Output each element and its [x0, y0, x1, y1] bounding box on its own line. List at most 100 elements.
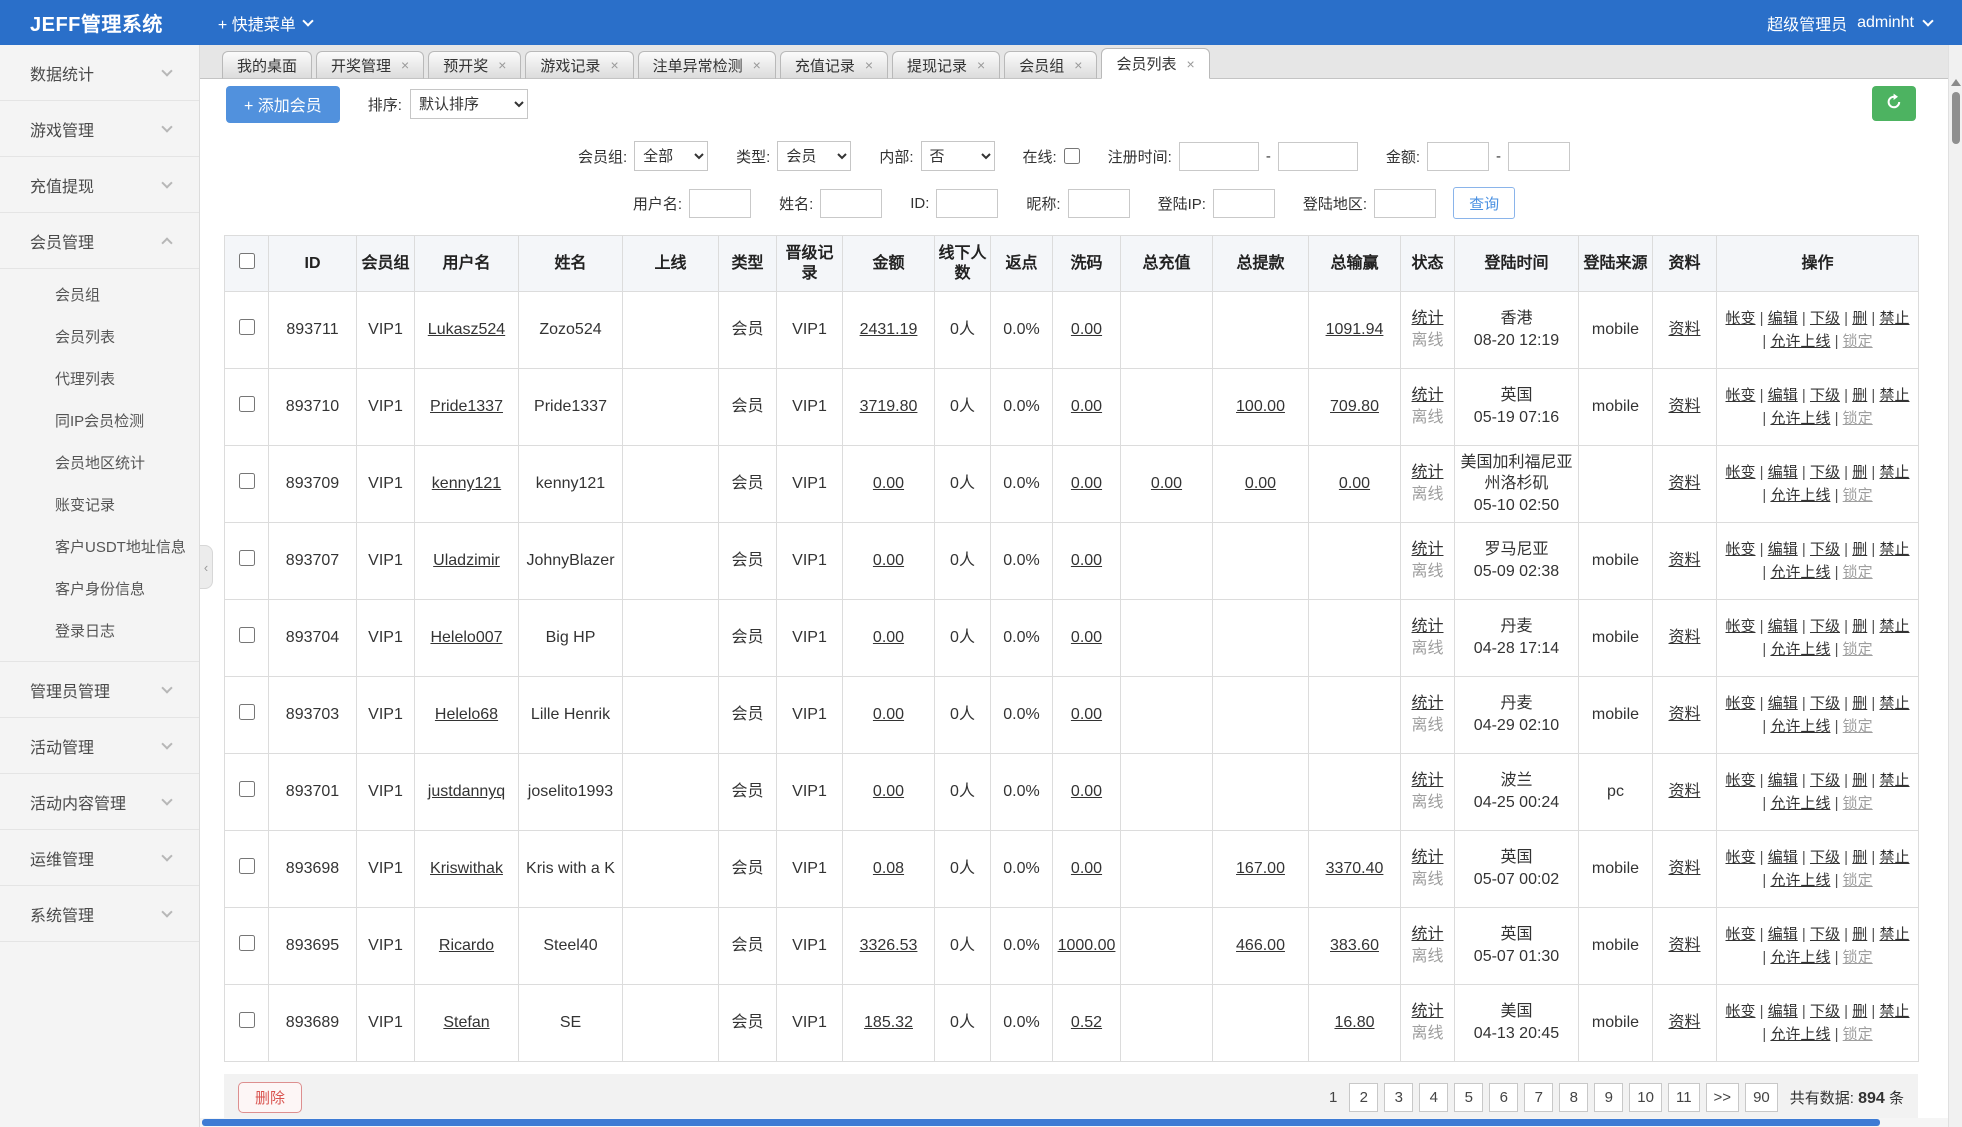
search-button[interactable]: 查询 [1453, 187, 1515, 219]
op-allow-online[interactable]: 允许上线 [1770, 795, 1830, 812]
op-edit[interactable]: 编辑 [1768, 541, 1798, 558]
horizontal-scrollbar-thumb[interactable] [202, 1119, 1880, 1126]
row-checkbox[interactable] [239, 396, 255, 412]
wash-link[interactable]: 0.00 [1071, 706, 1102, 723]
op-edit[interactable]: 编辑 [1768, 618, 1798, 635]
op-delete[interactable]: 删 [1852, 772, 1867, 789]
profile-link[interactable]: 资料 [1668, 860, 1700, 877]
row-checkbox[interactable] [239, 1012, 255, 1028]
op-delete[interactable]: 删 [1852, 926, 1867, 943]
last-page-button[interactable]: 90 [1745, 1083, 1778, 1112]
wash-link[interactable]: 0.00 [1071, 552, 1102, 569]
op-ban[interactable]: 禁止 [1879, 541, 1909, 558]
stats-link[interactable]: 统计 [1404, 308, 1451, 330]
profile-link[interactable]: 资料 [1668, 475, 1700, 492]
op-subordinates[interactable]: 下级 [1810, 695, 1840, 712]
tab-close-icon[interactable]: × [977, 58, 985, 72]
op-lock[interactable]: 锁定 [1843, 641, 1873, 658]
tab-close-icon[interactable]: × [1074, 58, 1082, 72]
stats-link[interactable]: 统计 [1404, 847, 1451, 869]
stats-link[interactable]: 统计 [1404, 1001, 1451, 1023]
add-member-button[interactable]: + 添加会员 [226, 86, 340, 123]
page-button[interactable]: 8 [1559, 1083, 1588, 1112]
op-edit[interactable]: 编辑 [1768, 1003, 1798, 1020]
amount-link[interactable]: 0.00 [873, 706, 904, 723]
profile-link[interactable]: 资料 [1668, 552, 1700, 569]
row-checkbox[interactable] [239, 550, 255, 566]
sidebar-group[interactable]: 运维管理 [0, 830, 199, 886]
sidebar-item[interactable]: 同IP会员检测 [0, 399, 199, 441]
page-button[interactable]: 10 [1629, 1083, 1662, 1112]
op-edit[interactable]: 编辑 [1768, 387, 1798, 404]
op-edit[interactable]: 编辑 [1768, 310, 1798, 327]
tab-close-icon[interactable]: × [865, 58, 873, 72]
member-username-link[interactable]: Uladzimir [433, 552, 500, 569]
op-account-change[interactable]: 帐变 [1725, 310, 1755, 327]
amount-link[interactable]: 185.32 [864, 1014, 913, 1031]
sidebar-collapse-handle[interactable]: ‹ [200, 545, 213, 589]
op-delete[interactable]: 删 [1852, 695, 1867, 712]
total-winloss-link[interactable]: 3370.40 [1326, 860, 1384, 877]
op-account-change[interactable]: 帐变 [1725, 926, 1755, 943]
sidebar-group[interactable]: 活动管理 [0, 718, 199, 774]
login-area-input[interactable] [1374, 189, 1436, 218]
op-edit[interactable]: 编辑 [1768, 772, 1798, 789]
op-allow-online[interactable]: 允许上线 [1770, 718, 1830, 735]
stats-link[interactable]: 统计 [1404, 770, 1451, 792]
sidebar-group[interactable]: 数据统计 [0, 45, 199, 101]
op-account-change[interactable]: 帐变 [1725, 618, 1755, 635]
page-button[interactable]: 11 [1668, 1083, 1700, 1112]
amount-link[interactable]: 0.08 [873, 860, 904, 877]
op-allow-online[interactable]: 允许上线 [1770, 872, 1830, 889]
op-lock[interactable]: 锁定 [1843, 333, 1873, 350]
op-allow-online[interactable]: 允许上线 [1770, 564, 1830, 581]
op-lock[interactable]: 锁定 [1843, 872, 1873, 889]
sidebar-group[interactable]: 游戏管理 [0, 101, 199, 157]
op-lock[interactable]: 锁定 [1843, 718, 1873, 735]
amount-link[interactable]: 0.00 [873, 475, 904, 492]
op-edit[interactable]: 编辑 [1768, 695, 1798, 712]
op-subordinates[interactable]: 下级 [1810, 772, 1840, 789]
op-subordinates[interactable]: 下级 [1810, 310, 1840, 327]
sidebar-item[interactable]: 会员列表 [0, 315, 199, 357]
op-account-change[interactable]: 帐变 [1725, 772, 1755, 789]
amount-to-input[interactable] [1508, 142, 1570, 171]
row-checkbox[interactable] [239, 858, 255, 874]
name-input[interactable] [820, 189, 882, 218]
page-button[interactable]: 3 [1384, 1083, 1413, 1112]
sidebar-group[interactable]: 系统管理 [0, 886, 199, 942]
wash-link[interactable]: 0.52 [1071, 1014, 1102, 1031]
total-winloss-link[interactable]: 16.80 [1334, 1014, 1374, 1031]
member-group-select[interactable]: 全部 [634, 141, 708, 171]
member-username-link[interactable]: Lukasz524 [428, 321, 505, 338]
vertical-scrollbar-thumb[interactable] [1952, 92, 1960, 144]
op-subordinates[interactable]: 下级 [1810, 849, 1840, 866]
next-pages-button[interactable]: >> [1706, 1083, 1740, 1112]
row-checkbox[interactable] [239, 473, 255, 489]
sidebar-item[interactable]: 账变记录 [0, 483, 199, 525]
profile-link[interactable]: 资料 [1668, 1014, 1700, 1031]
op-delete[interactable]: 删 [1852, 464, 1867, 481]
login-ip-input[interactable] [1213, 189, 1275, 218]
op-allow-online[interactable]: 允许上线 [1770, 410, 1830, 427]
sidebar-item[interactable]: 会员地区统计 [0, 441, 199, 483]
page-button[interactable]: 9 [1594, 1083, 1623, 1112]
sidebar-item[interactable]: 客户USDT地址信息 [0, 525, 199, 567]
wash-link[interactable]: 0.00 [1071, 321, 1102, 338]
op-subordinates[interactable]: 下级 [1810, 541, 1840, 558]
sidebar-group[interactable]: 会员管理 [0, 213, 199, 269]
row-checkbox[interactable] [239, 935, 255, 951]
op-ban[interactable]: 禁止 [1879, 772, 1909, 789]
op-subordinates[interactable]: 下级 [1810, 926, 1840, 943]
total-winloss-link[interactable]: 709.80 [1330, 398, 1379, 415]
op-allow-online[interactable]: 允许上线 [1770, 641, 1830, 658]
op-allow-online[interactable]: 允许上线 [1770, 333, 1830, 350]
op-allow-online[interactable]: 允许上线 [1770, 1026, 1830, 1043]
total-winloss-link[interactable]: 1091.94 [1326, 321, 1384, 338]
op-lock[interactable]: 锁定 [1843, 795, 1873, 812]
sidebar-item[interactable]: 客户身份信息 [0, 567, 199, 609]
member-username-link[interactable]: kenny121 [432, 475, 501, 492]
delete-button[interactable]: 删除 [238, 1082, 302, 1113]
amount-link[interactable]: 2431.19 [860, 321, 918, 338]
op-ban[interactable]: 禁止 [1879, 695, 1909, 712]
